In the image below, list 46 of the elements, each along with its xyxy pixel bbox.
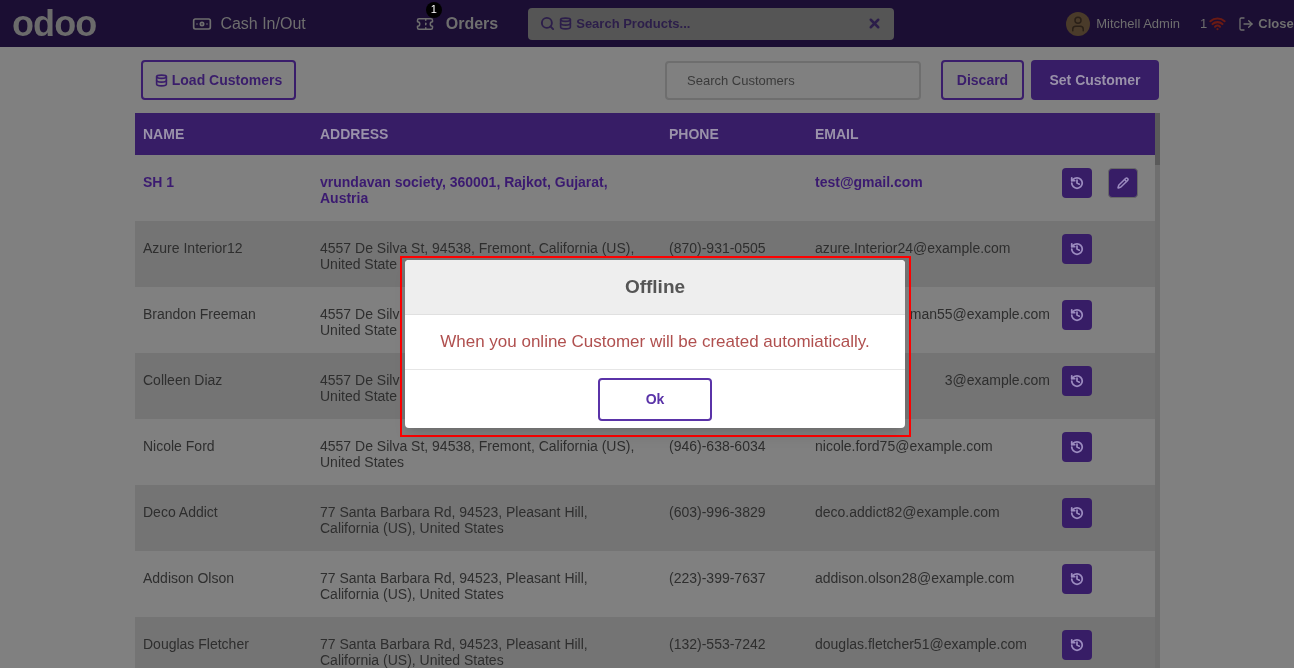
table-cell: 4557 De Silva St, 94538, Fremont, California (US), [320, 438, 635, 454]
order-count-badge: 1 [425, 1, 442, 18]
table-cell: (946)-638-6034 [669, 438, 766, 454]
table-cell: United State [320, 388, 398, 404]
table-cell: (223)-399-7637 [669, 570, 766, 586]
table-cell: (132)-553-7242 [669, 636, 766, 652]
table-cell: 3@example.com [944, 372, 1050, 388]
table-cell: test@gmail.com [815, 174, 923, 190]
table-cell: douglas.fletcher51@example.com [815, 636, 1027, 652]
table-cell: 77 Santa Barbara Rd, 94523, Pleasant Hill, [320, 570, 588, 586]
table-cell-text: Addison Olson [142, 570, 236, 586]
table-cell: (603)-996-3829 [669, 504, 766, 520]
table-cell: 77 Santa Barbara Rd, 94523, Pleasant Hill, [320, 636, 588, 652]
column-header: PHONE [668, 124, 720, 144]
table-cell-text: Douglas Fletcher [142, 636, 250, 652]
table-cell: azure.Interior24@example.com [815, 240, 1011, 256]
logo: odoo [12, 5, 97, 42]
table-cell: addison.olson28@example.com [815, 570, 1015, 586]
table-cell-text: Brandon Freeman [142, 306, 257, 322]
table-cell: California (US), United States [320, 520, 504, 536]
table-cell: 4557 De Silva St, 94538, Fremont, California (US), [320, 240, 635, 256]
table-cell: 4557 De Silv [320, 306, 400, 322]
table-cell: 4557 De Silv [320, 372, 400, 388]
column-header: EMAIL [814, 124, 860, 144]
table-cell-text: Azure Interior12 [142, 240, 244, 256]
table-cell: deco.addict82@example.com [815, 504, 1000, 520]
table-cell: 77 Santa Barbara Rd, 94523, Pleasant Hill, [320, 504, 588, 520]
table-cell: Austria [320, 190, 369, 206]
sync-count: 1 [1200, 14, 1208, 33]
table-cell: (870)-931-0505 [669, 240, 766, 256]
user-name: Mitchell Admin [1096, 14, 1181, 33]
table-cell: man55@example.com [909, 306, 1050, 322]
table-cell-text: Colleen Diaz [142, 372, 224, 388]
table-cell: California (US), United States [320, 586, 504, 602]
table-cell: nicole.ford75@example.com [815, 438, 993, 454]
dialog-message: When you online Customer will be created automiatically. [440, 331, 870, 354]
table-cell: United States [320, 454, 405, 470]
column-header: ADDRESS [319, 124, 390, 144]
column-header: NAME [142, 124, 186, 144]
table-cell-text: Deco Addict [142, 504, 219, 520]
table-cell: California (US), United States [320, 652, 504, 668]
table-cell: United State [320, 322, 398, 338]
table-cell: vrundavan society, 360001, Rajkot, Gujarat, [320, 174, 608, 190]
table-cell: United State [320, 256, 398, 272]
table-cell-text: SH 1 [142, 174, 176, 190]
table-cell-text: Nicole Ford [142, 438, 216, 454]
